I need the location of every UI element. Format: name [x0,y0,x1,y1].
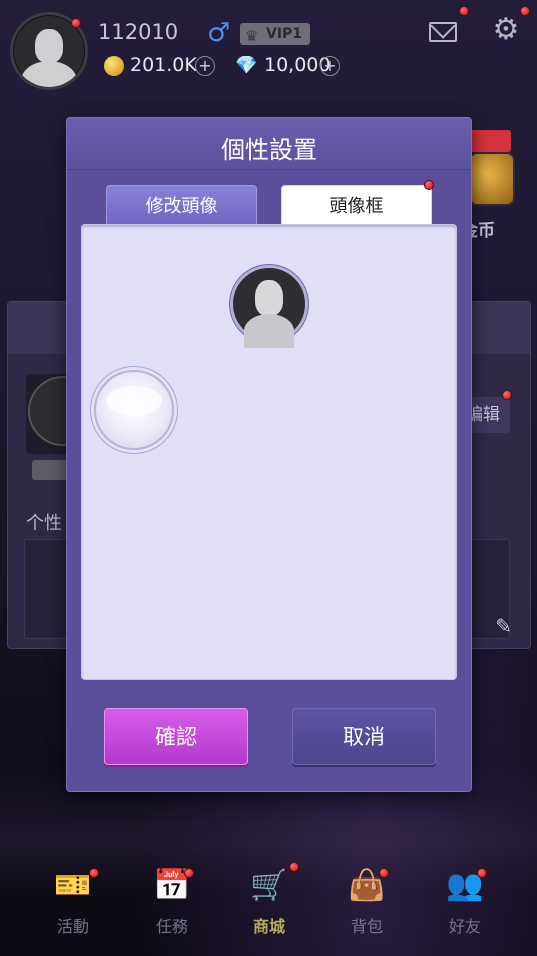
tab-avatar-frame[interactable]: 頭像框 [281,185,432,229]
settings-notification-dot [520,6,530,16]
gold-coins-icon [469,152,515,206]
dialog-title: 個性設置 [221,136,317,164]
vip-label: VIP1 [266,26,303,42]
ticket-icon: 🎫 [54,868,92,903]
frame-option-white-ring[interactable] [94,370,174,450]
nav-bag-dot [379,868,389,878]
signature-label: 个性 [26,513,62,534]
male-icon: ♂ [207,18,231,48]
nav-friends-dot [477,868,487,878]
diamond-icon: 💎 [235,55,258,76]
coin-icon [104,56,124,76]
avatar-shoulders [21,61,77,87]
frame-option-default[interactable] [230,265,308,348]
frame-avatar-head [255,280,283,316]
nav-activity[interactable]: 🎫 活動 [33,862,113,942]
mail-notification-dot [459,6,469,16]
personalization-dialog: 個性設置 修改頭像 頭像框 確認 取消 [66,117,472,792]
avatar-head [35,29,63,63]
frame-grid [81,224,457,680]
nav-shop-dot [289,862,299,872]
nav-tasks[interactable]: 📅 任務 [132,862,212,942]
confirm-button[interactable]: 確認 [104,708,248,765]
nav-friends[interactable]: 👥 好友 [425,862,505,942]
nav-friends-label: 好友 [448,917,481,936]
tab-change-avatar[interactable]: 修改頭像 [106,185,257,227]
tab-notification-dot [424,180,434,190]
player-uid: 112010 [98,20,179,44]
nav-shop-label: 商城 [252,917,285,936]
nav-bag[interactable]: 👜 背包 [327,862,407,942]
dialog-header: 個性設置 [67,118,471,170]
avatar-notification-dot [71,18,81,28]
crown-icon: ♛ [245,27,259,45]
mail-icon[interactable] [429,22,457,42]
nav-tasks-label: 任務 [155,917,188,936]
nav-shop[interactable]: 🛒 商城 [229,862,309,942]
add-diamonds-button[interactable]: + [320,56,340,76]
nav-activity-dot [89,868,99,878]
pencil-icon: ✎ [495,614,512,638]
cancel-button[interactable]: 取消 [292,708,436,765]
nav-activity-label: 活動 [56,917,89,936]
coin-balance: 201.0K [130,54,197,76]
gear-icon[interactable]: ⚙ [492,15,520,45]
nav-tasks-dot [184,868,194,878]
frame-avatar-shoulders [244,314,294,348]
edit-notification-dot [502,390,512,400]
shop-cart-icon: 🛒 [250,868,288,903]
vip-badge[interactable]: ♛ VIP1 [240,23,310,45]
nav-bag-label: 背包 [350,917,383,936]
add-coins-button[interactable]: + [195,56,215,76]
